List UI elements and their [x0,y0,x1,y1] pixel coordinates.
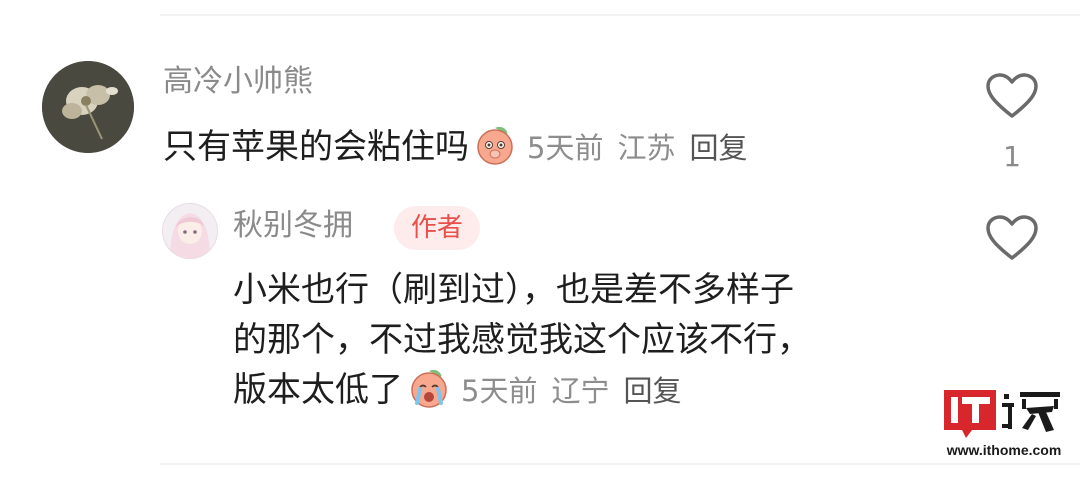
reply-reply-button[interactable]: 回复 [623,374,681,408]
reply-location: 辽宁 [551,374,610,408]
comment-meta: 5天前 江苏 回复 [527,131,761,165]
reply-button[interactable]: 回复 [689,131,747,165]
reply-username[interactable]: 秋别冬拥 [233,208,353,244]
watermark-url: www.ithome.com [946,442,1062,458]
comment-time: 5天前 [527,131,604,165]
heart-icon [986,73,1038,118]
like-button[interactable]: 1 [984,72,1040,174]
avatar[interactable] [42,61,134,153]
reply-meta: 5天前 辽宁 回复 [461,374,695,408]
reply-body: 小米也行（刷到过），也是差不多样子 的那个，不过我感觉我这个应该不行， 版本太低… [233,265,811,416]
comment-body: 只有苹果的会粘住吗 5天前 江苏 回复 [163,122,761,173]
comment-location: 江苏 [617,131,676,165]
reply-avatar[interactable] [162,203,218,259]
reply-line: 版本太低了 [233,370,403,410]
comment-section: 高冷小帅熊 只有苹果的会粘住吗 5天前 江苏 回复 1 秋别冬拥 作者 小米也行… [0,0,1080,483]
ithome-watermark: www.ithome.com [942,386,1066,466]
reply-line: 的那个，不过我感觉我这个应该不行， [233,320,811,360]
comment-text: 只有苹果的会粘住吗 [163,127,469,167]
reply-line-last: 版本太低了 5天前 辽宁 回复 [233,365,811,416]
shy-peach-emoji-icon [477,126,513,165]
author-badge: 作者 [394,206,480,250]
like-count: 1 [1003,140,1021,173]
ithome-logo-icon [944,390,1060,438]
reply-time: 5天前 [461,374,538,408]
reply-line: 小米也行（刷到过），也是差不多样子 [233,270,794,310]
heart-icon [986,215,1038,260]
comment-username[interactable]: 高冷小帅熊 [163,64,313,100]
divider [160,14,1080,16]
crying-peach-emoji-icon [411,369,447,408]
reply-like-button[interactable] [984,214,1040,266]
